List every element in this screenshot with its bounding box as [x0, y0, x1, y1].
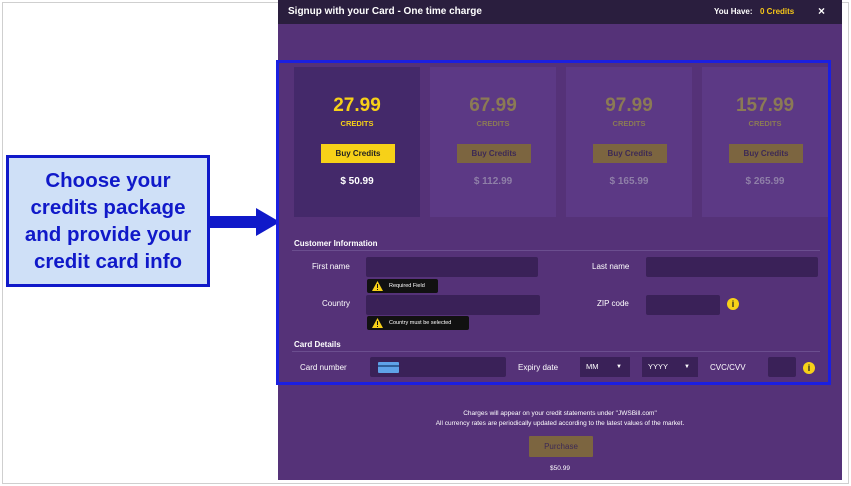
last-name-label: Last name: [592, 262, 630, 271]
section-divider: [292, 250, 820, 251]
buy-credits-button[interactable]: Buy Credits: [321, 144, 395, 163]
cvc-label: CVC/CVV: [710, 363, 746, 372]
package-unit: CREDITS: [476, 119, 510, 128]
country-error-tooltip: Country must be selected: [367, 316, 469, 330]
package-price: $ 112.99: [473, 176, 513, 187]
modal-titlebar: Signup with your Card - One time charge …: [278, 0, 842, 24]
card-details-heading: Card Details: [294, 340, 341, 349]
cvc-field[interactable]: [768, 357, 796, 377]
buy-credits-button[interactable]: Buy Credits: [593, 144, 667, 163]
package-amount: 67.99: [469, 95, 517, 116]
expiry-month-value: MM: [586, 362, 599, 371]
card-number-label: Card number: [300, 363, 347, 372]
package-unit: CREDITS: [612, 119, 646, 128]
country-label: Country: [322, 299, 351, 308]
annotation-text: Choose your credits package and provide …: [24, 169, 192, 273]
credit-card-icon: [378, 362, 399, 373]
country-error-text: Country must be selected: [389, 320, 452, 326]
package-amount: 97.99: [605, 95, 653, 116]
credits-balance: 0 Credits: [760, 7, 795, 16]
buy-credits-button[interactable]: Buy Credits: [457, 144, 531, 163]
package-amount: 27.99: [333, 95, 381, 116]
package-card-2[interactable]: 67.99 CREDITS Buy Credits $ 112.99: [430, 67, 556, 217]
warning-icon: [372, 281, 383, 291]
annotation-callout: Choose your credits package and provide …: [6, 155, 210, 287]
package-price: $ 165.99: [609, 176, 649, 187]
cvc-info-icon[interactable]: i: [803, 362, 815, 374]
zip-code-label: ZIP code: [597, 299, 629, 308]
chevron-down-icon: ▼: [616, 364, 622, 370]
total-price: $50.99: [550, 465, 570, 472]
chevron-down-icon: ▼: [684, 364, 690, 370]
country-select[interactable]: [366, 295, 540, 315]
you-have-label: You Have:: [714, 7, 753, 16]
package-amount: 157.99: [735, 95, 795, 116]
package-card-4[interactable]: 157.99 CREDITS Buy Credits $ 265.99: [702, 67, 828, 217]
last-name-field[interactable]: [646, 257, 818, 277]
customer-info-heading: Customer Information: [294, 239, 378, 248]
package-price: $ 50.99: [340, 176, 374, 187]
expiry-month-select[interactable]: MM ▼: [580, 357, 630, 377]
expiry-date-label: Expiry date: [518, 363, 559, 372]
expiry-year-select[interactable]: YYYY ▼: [642, 357, 698, 377]
close-icon[interactable]: ×: [818, 4, 825, 18]
first-name-field[interactable]: [366, 257, 538, 277]
package-card-1[interactable]: 27.99 CREDITS Buy Credits $ 50.99: [294, 67, 420, 217]
currency-notice: All currency rates are periodically upda…: [435, 420, 685, 427]
first-name-label: First name: [312, 262, 350, 271]
section-divider: [292, 351, 820, 352]
package-price: $ 265.99: [745, 176, 785, 187]
first-name-error-tooltip: Required Field: [367, 279, 438, 293]
expiry-year-value: YYYY: [648, 362, 669, 371]
package-unit: CREDITS: [340, 119, 374, 128]
purchase-button[interactable]: Purchase: [529, 436, 593, 457]
package-card-3[interactable]: 97.99 CREDITS Buy Credits $ 165.99: [566, 67, 692, 217]
annotation-arrow-icon: [210, 208, 280, 236]
statement-notice: Charges will appear on your credit state…: [463, 410, 657, 417]
package-unit: CREDITS: [748, 119, 782, 128]
zip-info-icon[interactable]: i: [727, 298, 739, 310]
zip-code-field[interactable]: [646, 295, 720, 315]
warning-icon: [372, 318, 383, 328]
first-name-error-text: Required Field: [389, 283, 425, 289]
modal-title: Signup with your Card - One time charge: [288, 6, 482, 17]
buy-credits-button[interactable]: Buy Credits: [729, 144, 803, 163]
